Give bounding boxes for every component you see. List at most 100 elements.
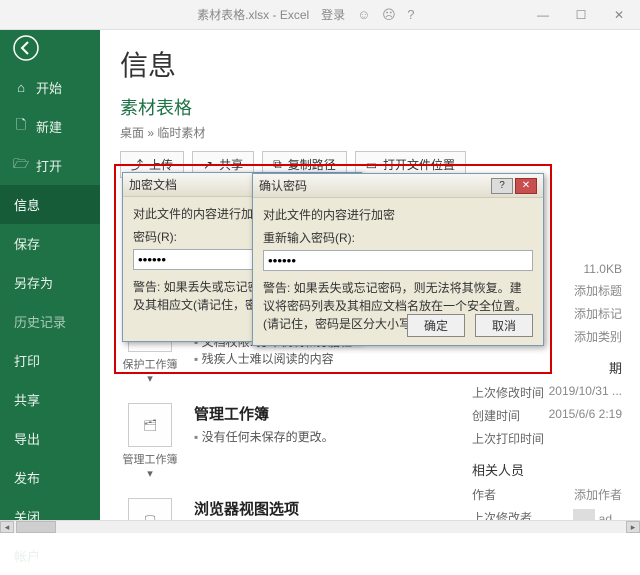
confirm-password-dialog: 确认密码 ? ✕ 对此文件的内容进行加密 重新输入密码(R): 警告: 如果丢失… [252, 173, 544, 346]
sidebar-item-new[interactable]: 🗋 新建 [0, 107, 100, 146]
minimize-icon: — [537, 8, 549, 22]
button-label: 复制路径 [288, 156, 336, 173]
encrypt-dialog-title: 加密文档 [129, 176, 177, 193]
sidebar-item-label: 历史记录 [14, 312, 66, 331]
button-label: 上传 [149, 156, 173, 173]
confirm-dialog-titlebar: 确认密码 ? ✕ [253, 174, 543, 198]
sidebar-item-label: 保存 [14, 234, 40, 253]
folder-icon: ▭ [366, 158, 377, 172]
button-label: 打开文件位置 [383, 156, 455, 173]
caption-buttons: — ☐ ✕ [528, 5, 634, 25]
window-title-group: 素材表格.xlsx - Excel 登录 ☺ ☹ ? [197, 6, 420, 23]
manage-icon: 🗂 [128, 403, 172, 447]
horizontal-scrollbar[interactable]: ◂ ▸ [0, 520, 640, 533]
manage-title: 管理工作簿 [194, 403, 334, 424]
scroll-left-button[interactable]: ◂ [0, 521, 14, 533]
sidebar-item-open[interactable]: 🗁 打开 [0, 146, 100, 185]
dialog-close-button[interactable]: ✕ [515, 178, 537, 194]
prop-author-value[interactable]: 添加作者 [574, 486, 622, 503]
prop-mod-label: 上次修改时间 [472, 384, 544, 401]
dates-heading: 期 [472, 358, 622, 377]
people-heading: 相关人员 [472, 460, 622, 479]
maximize-button[interactable]: ☐ [566, 5, 596, 25]
upload-icon: ⤴ [131, 156, 143, 173]
sidebar-item-label: 打开 [36, 156, 62, 175]
sidebar-item-print[interactable]: 打印 [0, 341, 100, 380]
prop-author-label: 作者 [472, 486, 496, 503]
confirm-msg: 对此文件的内容进行加密 [263, 206, 533, 223]
face-icons: ☺ ☹ ? [357, 7, 418, 23]
confirm-password-input[interactable] [263, 250, 533, 271]
sidebar-item-label: 发布 [14, 468, 40, 487]
window-title: 素材表格.xlsx - Excel [197, 6, 309, 23]
prop-create-value: 2015/6/6 2:19 [549, 407, 622, 424]
login-link[interactable]: 登录 [321, 6, 345, 23]
file-path: 桌面 » 临时素材 [120, 124, 620, 141]
share-icon: ↗ [203, 158, 213, 172]
prop-mod-value: 2019/10/31 ... [549, 384, 622, 401]
sidebar-item-label: 打印 [14, 351, 40, 370]
dialog-help-button[interactable]: ? [491, 178, 513, 194]
frown-icon[interactable]: ☹ [382, 7, 400, 22]
prop-print-label: 上次打印时间 [472, 430, 544, 447]
home-icon: ⌂ [14, 81, 28, 95]
new-icon: 🗋 [14, 120, 28, 134]
link-icon: ⧉ [273, 157, 282, 172]
sidebar-item-saveas[interactable]: 另存为 [0, 263, 100, 302]
browser-view-button[interactable]: 🖵 [120, 498, 180, 520]
browser-title: 浏览器视图选项 [194, 498, 299, 519]
protect-icon-label: 保护工作簿 ▾ [120, 356, 180, 385]
sidebar-item-label: 导出 [14, 429, 40, 448]
file-name: 素材表格 [120, 94, 620, 120]
backstage-sidebar: ⌂开始 🗋新建 🗁打开 信息 保存 另存为 历史记录 打印 共享 导出 发布 关… [0, 30, 100, 520]
smile-icon[interactable]: ☺ [357, 7, 374, 22]
lastmod-name: ad... [599, 512, 622, 520]
sidebar-item-label: 信息 [14, 195, 40, 214]
sidebar-item-label: 另存为 [14, 273, 53, 292]
sidebar-item-history[interactable]: 历史记录 [0, 302, 100, 341]
close-icon: ✕ [614, 8, 624, 22]
prop-size-value: 11.0KB [584, 262, 622, 276]
sidebar-item-label: 帐户 [14, 546, 40, 565]
prop-tag-value[interactable]: 添加标记 [574, 305, 622, 322]
scroll-right-button[interactable]: ▸ [626, 521, 640, 533]
confirm-password-label: 重新输入密码(R): [263, 229, 533, 246]
maximize-icon: ☐ [576, 8, 587, 22]
sidebar-item-home[interactable]: ⌂ 开始 [0, 68, 100, 107]
browser-icon: 🖵 [128, 498, 172, 520]
close-button[interactable]: ✕ [604, 5, 634, 25]
manage-workbook-button[interactable]: 🗂 管理工作簿 ▾ [120, 403, 180, 480]
manage-body: 管理工作簿 没有任何未保存的更改。 [194, 403, 334, 480]
button-label: 共享 [219, 156, 243, 173]
confirm-cancel-button[interactable]: 取消 [475, 314, 533, 337]
minimize-button[interactable]: — [528, 5, 558, 25]
sidebar-item-label: 开始 [36, 78, 62, 97]
sidebar-item-publish[interactable]: 发布 [0, 458, 100, 497]
open-icon: 🗁 [14, 159, 28, 173]
sidebar-item-save[interactable]: 保存 [0, 224, 100, 263]
avatar-icon [573, 509, 595, 520]
prop-create-label: 创建时间 [472, 407, 520, 424]
confirm-dialog-title: 确认密码 [259, 177, 307, 194]
title-bar: 素材表格.xlsx - Excel 登录 ☺ ☹ ? — ☐ ✕ [0, 0, 640, 30]
back-button[interactable] [6, 34, 46, 62]
confirm-dialog-footer: 确定 取消 [407, 314, 533, 337]
prop-lastmod-label: 上次修改者 [472, 509, 532, 520]
confirm-ok-button[interactable]: 确定 [407, 314, 465, 337]
manage-icon-label: 管理工作簿 ▾ [120, 451, 180, 480]
scroll-thumb[interactable] [16, 521, 56, 533]
sidebar-item-info[interactable]: 信息 [0, 185, 100, 224]
sidebar-item-label: 新建 [36, 117, 62, 136]
prop-title-value[interactable]: 添加标题 [574, 282, 622, 299]
back-arrow-icon [12, 34, 40, 62]
sidebar-item-label: 共享 [14, 390, 40, 409]
sidebar-item-account[interactable]: 帐户 [0, 536, 100, 575]
page-title: 信息 [120, 44, 620, 84]
protect-line-2: 残疾人士难以阅读的内容 [194, 350, 352, 367]
help-icon[interactable]: ? [407, 7, 418, 22]
sidebar-item-share[interactable]: 共享 [0, 380, 100, 419]
prop-lastmod-value: ad... [573, 509, 622, 520]
prop-cat-value[interactable]: 添加类别 [574, 328, 622, 345]
manage-line-1: 没有任何未保存的更改。 [194, 428, 334, 445]
sidebar-item-export[interactable]: 导出 [0, 419, 100, 458]
